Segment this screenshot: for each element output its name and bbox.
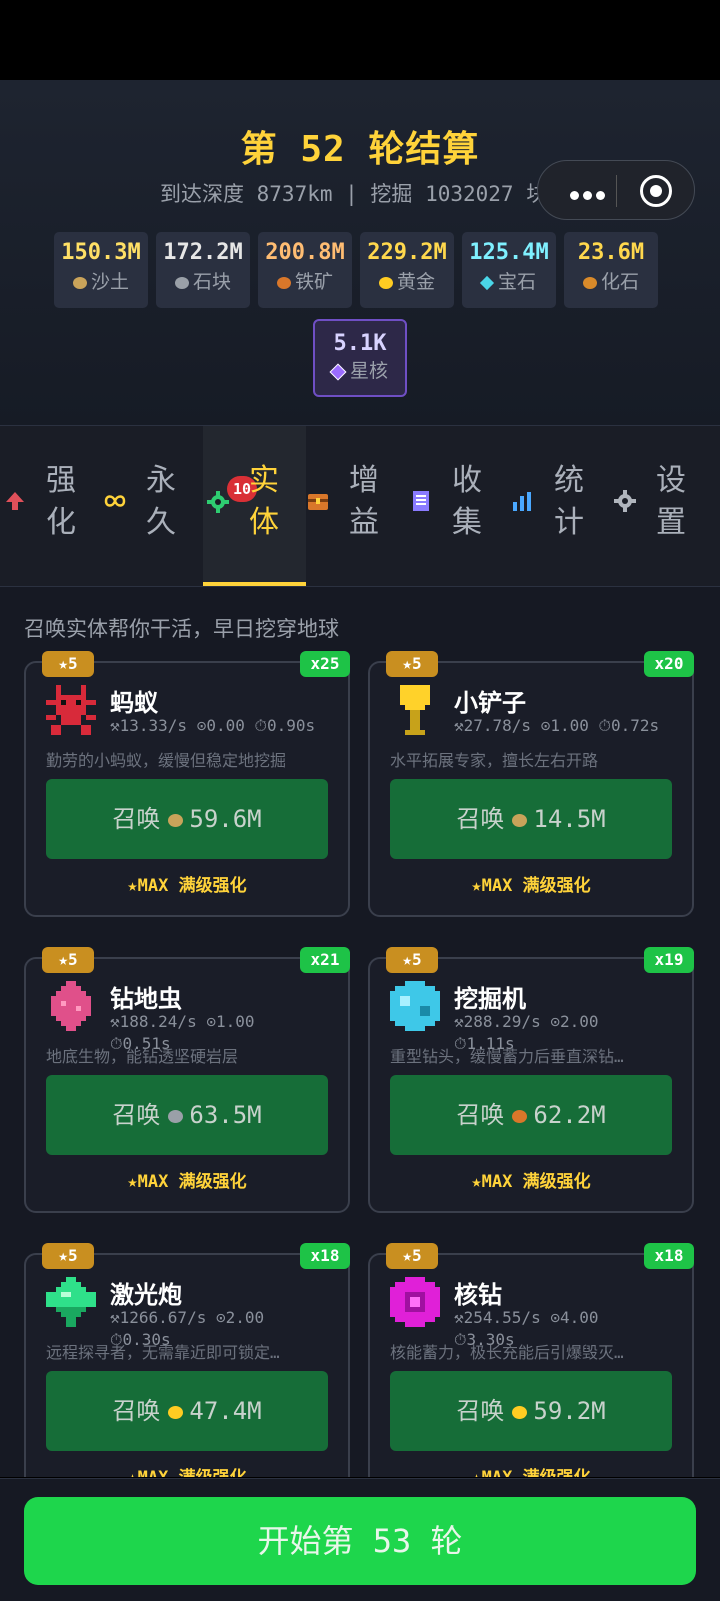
tab-collection[interactable]: 收集 [406,426,509,586]
stone-icon [174,276,189,289]
panel-hint: 召唤实体帮你干活，早日挖穿地球 [24,617,339,641]
entity-card-shovel: ★5 x20 小铲子 ⚒27.78/s ⊙1.00 ⏱0.72s 水平拓展专家，… [368,651,694,917]
tab-entities[interactable]: 10 实体 [203,426,306,586]
ant-icon [46,685,96,735]
starcore-icon [329,363,347,380]
bottom-bar: 开始第 53 轮 [0,1478,720,1601]
entities-panel: 召唤实体帮你干活，早日挖穿地球 ★5 x25 蚂蚁 ⚒13.33/s ⊙0.00… [0,587,720,1477]
entity-card-worm: ★5 x21 钻地虫 ⚒188.24/s ⊙1.00 ⏱0.51s 地底生物，能钻… [24,947,350,1213]
entity-stats: ⚒13.33/s ⊙0.00 ⏱0.90s [110,716,316,735]
start-next-round-button[interactable]: 开始第 53 轮 [24,1497,696,1585]
max-level-label: ★MAX 满级强化 [471,1172,591,1192]
entity-description: 重型钻头，缓慢蓄力后垂直深钻… [390,1047,624,1066]
chest-icon [308,494,328,510]
max-level-label: ★MAX 满级强化 [471,876,591,896]
star-level-badge: ★5 [42,947,94,973]
gold-icon [378,276,393,289]
gold-icon [168,1405,184,1419]
star-level-badge: ★5 [42,1243,94,1269]
sand-icon [512,813,528,827]
more-options-icon[interactable] [570,185,609,204]
star-level-badge: ★5 [386,947,438,973]
entity-description: 远程探寻者，无需靠近即可锁定… [46,1343,280,1362]
mini-program-capsule [537,160,695,220]
worm-icon [51,981,91,1031]
sand-icon [72,276,87,289]
tab-settings[interactable]: 设置 [610,426,713,586]
gem-icon [479,275,495,290]
iron-icon [512,1109,528,1123]
entity-description: 勤劳的小蚂蚁，缓慢但稳定地挖掘 [46,751,287,770]
round-subtitle: 到达深度 8737km | 挖掘 1032027 块 [160,182,548,206]
summon-button[interactable]: 召唤 14.5M [390,779,672,859]
max-level-label: ★MAX 满级强化 [370,1463,692,1477]
entity-name: 蚂蚁 [110,689,158,717]
entity-description: 核能蓄力，极长充能后引爆毁灭… [390,1343,624,1362]
entity-name: 挖掘机 [454,985,526,1013]
summon-button[interactable]: 召唤 63.5M [46,1075,328,1155]
nuke-drill-icon [390,1277,440,1327]
entity-card-drill: ★5 x19 挖掘机 ⚒288.29/s ⊙2.00 ⏱1.11s 重型钻头，缓慢… [368,947,694,1213]
entity-name: 小铲子 [454,689,526,717]
gear-icon [614,490,636,512]
owned-count-badge: x21 [300,947,350,973]
bar-chart-icon [513,492,531,511]
iron-icon [276,276,291,289]
shovel-icon [400,685,430,735]
stone-icon [168,1109,184,1123]
owned-count-badge: x18 [300,1243,350,1269]
entity-card-nuke-drill: ★5 x18 核钻 ⚒254.55/s ⊙4.00 ⏱3.30s 核能蓄力，极长充… [368,1243,694,1477]
arrow-up-icon [6,492,24,510]
laser-icon [46,1277,96,1327]
sand-icon [168,813,184,827]
entity-description: 地底生物，能钻透坚硬岩层 [46,1047,239,1066]
summon-button[interactable]: 召唤 59.6M [46,779,328,859]
fossil-icon [582,276,597,289]
owned-count-badge: x18 [644,1243,694,1269]
resource-iron: 200.8M 铁矿 [258,232,352,308]
round-summary-header: 第 52 轮结算 到达深度 8737km | 挖掘 1032027 块 150.… [0,80,720,426]
tab-statistics[interactable]: 统计 [508,426,611,586]
entity-description: 水平拓展专家，擅长左右开路 [390,751,599,770]
resource-gold: 229.2M 黄金 [360,232,454,308]
owned-count-badge: x25 [300,651,350,677]
resource-stone: 172.2M 石块 [156,232,250,308]
infinity-icon [104,495,126,507]
max-level-label: ★MAX 满级强化 [26,1463,348,1477]
entity-card-ant: ★5 x25 蚂蚁 ⚒13.33/s ⊙0.00 ⏱0.90s 勤劳的小蚂蚁，缓… [24,651,350,917]
resource-sand: 150.3M 沙土 [54,232,148,308]
tab-permanent[interactable]: 永久 [100,426,203,586]
owned-count-badge: x20 [644,651,694,677]
category-tabs: 强化 永久 10 实体 增益 收集 统计 设置 [0,426,720,587]
tab-upgrade[interactable]: 强化 [0,426,103,586]
star-level-badge: ★5 [386,651,438,677]
resource-starcore: 5.1K 星核 [313,319,407,397]
star-level-badge: ★5 [42,651,94,677]
summon-button[interactable]: 召唤 62.2M [390,1075,672,1155]
max-level-label: ★MAX 满级强化 [127,1172,247,1192]
entity-stats: ⚒27.78/s ⊙1.00 ⏱0.72s [454,716,660,735]
tab-boost[interactable]: 增益 [303,426,406,586]
star-level-badge: ★5 [386,1243,438,1269]
resource-gem: 125.4M 宝石 [462,232,556,308]
entity-card-laser: ★5 x18 激光炮 ⚒1266.67/s ⊙2.00 ⏱0.30s 远程探寻者，… [24,1243,350,1477]
status-bar [0,0,720,80]
book-icon [413,491,429,511]
gold-icon [512,1405,528,1419]
close-target-icon[interactable] [640,175,672,207]
entity-name: 核钻 [454,1281,502,1309]
summon-button[interactable]: 召唤 59.2M [390,1371,672,1451]
entity-name: 激光炮 [110,1281,182,1309]
resource-fossil: 23.6M 化石 [564,232,658,308]
max-level-label: ★MAX 满级强化 [127,876,247,896]
drill-icon [390,981,440,1031]
owned-count-badge: x19 [644,947,694,973]
entity-name: 钻地虫 [110,985,182,1013]
summon-button[interactable]: 召唤 47.4M [46,1371,328,1451]
